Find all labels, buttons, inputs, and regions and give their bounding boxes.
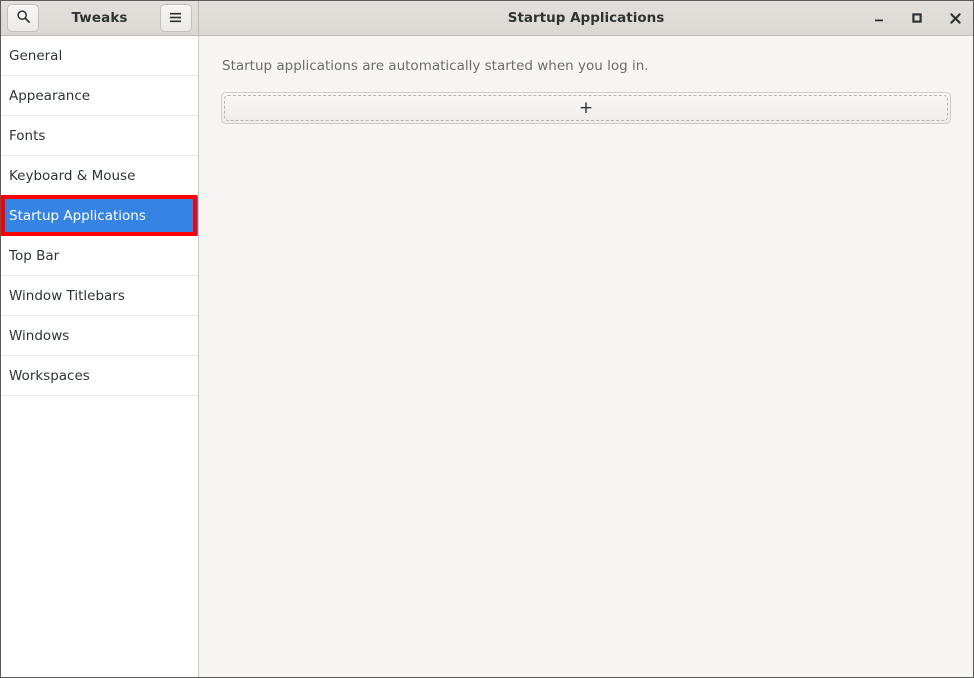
main-content: Startup applications are automatically s… (199, 36, 973, 677)
sidebar-item-keyboard-mouse[interactable]: Keyboard & Mouse (1, 156, 198, 196)
close-button[interactable] (947, 10, 963, 26)
settings-sidebar: General Appearance Fonts Keyboard & Mous… (1, 36, 199, 677)
window-title: Startup Applications (507, 10, 665, 26)
search-icon (16, 9, 31, 28)
sidebar-item-label: Windows (9, 327, 70, 344)
search-button[interactable] (7, 4, 39, 32)
plus-icon: + (578, 97, 594, 118)
minimize-icon (873, 12, 885, 24)
sidebar-item-windows[interactable]: Windows (1, 316, 198, 356)
sidebar-item-startup-applications[interactable]: Startup Applications (1, 195, 198, 236)
app-title: Tweaks (71, 10, 128, 26)
sidebar-item-fonts[interactable]: Fonts (1, 116, 198, 156)
sidebar-item-window-titlebars[interactable]: Window Titlebars (1, 276, 198, 316)
sidebar-item-label: Top Bar (9, 247, 60, 264)
sidebar-item-label: Appearance (9, 87, 91, 104)
sidebar-item-top-bar[interactable]: Top Bar (1, 236, 198, 276)
sidebar-item-label: Window Titlebars (9, 287, 125, 304)
sidebar-item-label: General (9, 47, 63, 64)
sidebar-header: Tweaks (1, 1, 199, 35)
maximize-icon (911, 12, 923, 24)
sidebar-item-label: Workspaces (9, 367, 90, 384)
window-controls (871, 1, 963, 35)
window-body: General Appearance Fonts Keyboard & Mous… (1, 36, 973, 677)
add-startup-application-button[interactable]: + (224, 95, 948, 121)
tweaks-window: Tweaks Startup Applications General Appe… (0, 0, 974, 678)
sidebar-item-appearance[interactable]: Appearance (1, 76, 198, 116)
maximize-button[interactable] (909, 10, 925, 26)
sidebar-item-general[interactable]: General (1, 36, 198, 76)
minimize-button[interactable] (871, 10, 887, 26)
sidebar-item-workspaces[interactable]: Workspaces (1, 356, 198, 396)
add-startup-application-frame: + (221, 92, 951, 124)
header-bar: Tweaks Startup Applications (1, 1, 973, 36)
hamburger-menu-icon (168, 9, 183, 28)
startup-description: Startup applications are automatically s… (222, 58, 649, 74)
window-header: Startup Applications (199, 1, 973, 35)
sidebar-item-label: Keyboard & Mouse (9, 167, 136, 184)
sidebar-item-label: Startup Applications (9, 207, 146, 224)
close-icon (949, 12, 962, 25)
sidebar-item-label: Fonts (9, 127, 46, 144)
menu-button[interactable] (159, 4, 192, 32)
